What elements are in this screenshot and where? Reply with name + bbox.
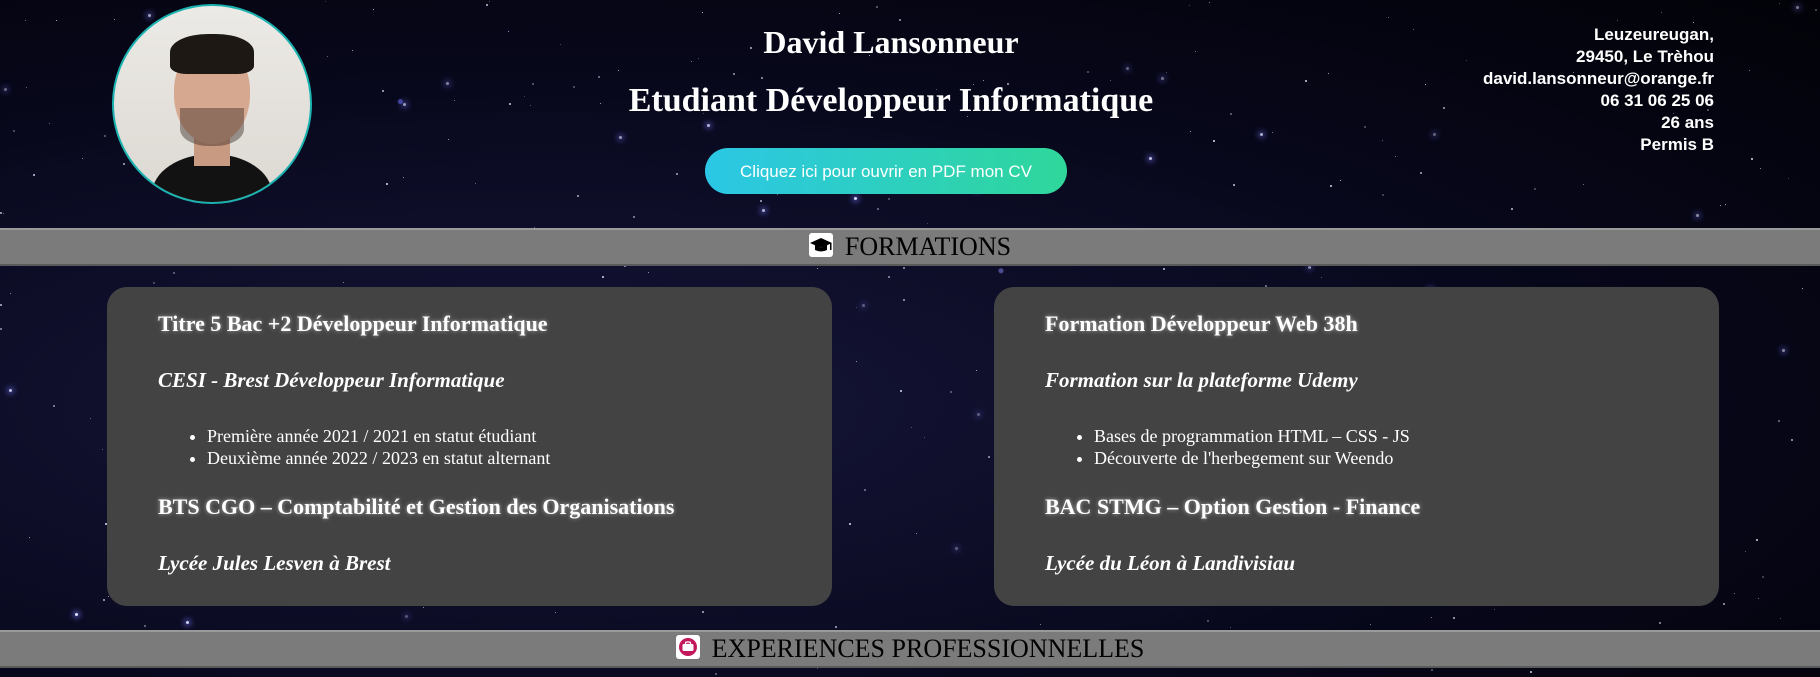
star — [75, 613, 78, 616]
star — [950, 391, 952, 393]
star — [648, 272, 649, 273]
star — [29, 537, 30, 538]
formation-title: Formation Développeur Web 38h — [1045, 311, 1358, 336]
star — [1040, 624, 1041, 625]
star — [10, 293, 11, 294]
star — [1791, 439, 1793, 441]
star — [988, 456, 990, 458]
star — [53, 405, 55, 407]
open-cv-pdf-button[interactable]: Cliquez ici pour ouvrir en PDF mon CV — [705, 148, 1067, 194]
star — [856, 307, 857, 308]
formation-title: BAC STMG – Option Gestion - Finance — [1045, 494, 1421, 519]
formation-card-2: Formation Développeur Web 38h Formation … — [994, 287, 1719, 606]
star — [405, 615, 408, 618]
star — [856, 361, 857, 362]
star — [1756, 539, 1758, 541]
formation-card-1: Titre 5 Bac +2 Développeur Informatique … — [107, 287, 832, 606]
star — [1758, 598, 1759, 599]
star — [1321, 277, 1322, 278]
list-item: Première année 2021 / 2021 en statut étu… — [207, 425, 550, 447]
star — [1734, 593, 1735, 594]
star — [103, 599, 105, 601]
star — [1230, 627, 1231, 628]
formation-details-list: Bases de programmation HTML – CSS - JS D… — [1094, 425, 1410, 469]
section-title-formations: FORMATIONS — [844, 232, 1012, 261]
star — [1778, 420, 1780, 422]
contact-address-line2: 29450, Le Trèhou — [1576, 47, 1714, 66]
star — [911, 427, 912, 428]
star — [1431, 669, 1433, 671]
star — [1308, 266, 1311, 269]
contact-age: 26 ans — [1661, 113, 1714, 132]
star — [555, 612, 556, 613]
star — [343, 282, 344, 283]
star — [1780, 618, 1781, 619]
star — [1494, 609, 1495, 610]
star — [1370, 624, 1371, 625]
star — [1762, 576, 1764, 578]
briefcase-icon — [675, 635, 700, 659]
graduation-cap-icon — [808, 233, 833, 257]
list-item: Découverte de l'herbegement sur Weendo — [1094, 447, 1410, 469]
star — [1782, 349, 1785, 352]
formation-title: Titre 5 Bac +2 Développeur Informatique — [158, 311, 548, 336]
star — [9, 389, 12, 392]
star — [1802, 288, 1803, 289]
star — [1431, 617, 1432, 618]
star — [90, 418, 91, 419]
star — [924, 437, 925, 438]
star — [602, 276, 604, 278]
star — [1453, 617, 1455, 619]
star — [849, 523, 851, 525]
star — [186, 621, 189, 624]
star — [144, 625, 146, 627]
contact-phone[interactable]: 06 31 06 25 06 — [1483, 90, 1714, 112]
formation-title: BTS CGO – Comptabilité et Gestion des Or… — [158, 494, 675, 519]
page-header: David Lansonneur Etudiant Développeur In… — [0, 0, 1820, 228]
star — [1745, 551, 1746, 552]
star — [977, 413, 980, 416]
star — [153, 282, 155, 284]
star — [702, 611, 704, 613]
star — [0, 304, 2, 306]
star — [1659, 622, 1661, 624]
formation-school: CESI - Brest Développeur Informatique — [158, 368, 505, 392]
contact-license: Permis B — [1640, 135, 1714, 154]
star — [1207, 620, 1209, 622]
section-title-experiences: EXPERIENCES PROFESSIONNELLES — [711, 634, 1145, 663]
section-bar-formations: FORMATIONS — [0, 228, 1820, 266]
star — [976, 370, 977, 371]
star — [903, 299, 905, 301]
star — [173, 272, 175, 274]
star — [817, 268, 818, 269]
formation-details-list: Première année 2021 / 2021 en statut étu… — [207, 425, 550, 469]
section-bar-experiences: EXPERIENCES PROFESSIONNELLES — [0, 630, 1820, 668]
star — [903, 267, 905, 269]
contact-address-line1: Leuzeureugan, — [1594, 25, 1714, 44]
star — [423, 607, 424, 608]
star — [0, 328, 2, 330]
contact-info: Leuzeureugan, 29450, Le Trèhou david.lan… — [1483, 24, 1714, 156]
star — [1723, 603, 1725, 605]
list-item: Deuxième année 2022 / 2023 en statut alt… — [207, 447, 550, 469]
star — [888, 276, 890, 278]
formation-school: Lycée Jules Lesven à Brest — [158, 551, 391, 575]
star — [1530, 671, 1532, 673]
star — [955, 547, 958, 550]
contact-email[interactable]: david.lansonneur@orange.fr — [1483, 68, 1714, 90]
star — [817, 668, 818, 669]
formation-school: Lycée du Léon à Landivisiau — [1045, 551, 1296, 575]
formation-school: Formation sur la plateforme Udemy — [1045, 368, 1358, 392]
star — [1163, 268, 1165, 270]
list-item: Bases de programmation HTML – CSS - JS — [1094, 425, 1410, 447]
star — [102, 449, 103, 450]
star — [864, 489, 866, 491]
star — [835, 626, 837, 628]
star — [900, 390, 902, 392]
star — [862, 304, 865, 307]
star — [715, 673, 717, 675]
star — [916, 533, 917, 534]
